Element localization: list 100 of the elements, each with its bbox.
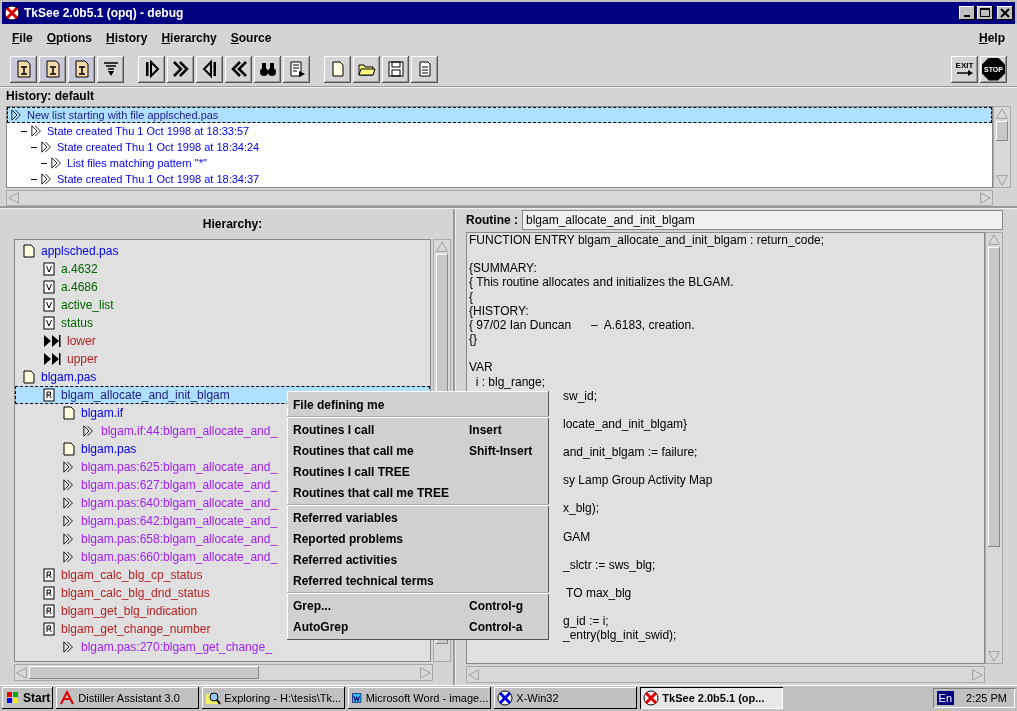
selected-history-row[interactable]: New list starting with file applsched.pas bbox=[7, 107, 992, 123]
tree-item[interactable]: blgam.pas bbox=[15, 368, 430, 386]
menu-item[interactable]: Source bbox=[230, 31, 272, 45]
context-menu-item[interactable]: Reported problems bbox=[287, 528, 549, 549]
horizontal-scrollbar[interactable] bbox=[14, 664, 433, 681]
scroll-thumb[interactable] bbox=[29, 666, 259, 679]
menu-item[interactable]: Hierarchy bbox=[161, 31, 217, 45]
file-icon bbox=[63, 406, 75, 420]
context-menu-item[interactable]: Referred activities bbox=[287, 549, 549, 570]
menu-item[interactable]: Options bbox=[46, 31, 93, 45]
chevron-box-icon bbox=[43, 316, 55, 330]
tree-item-label: blgam.pas bbox=[81, 442, 137, 456]
document-button[interactable] bbox=[39, 55, 66, 83]
notes-button[interactable] bbox=[411, 55, 438, 83]
tree-item[interactable]: a.4632 bbox=[15, 260, 430, 278]
tree-item-label: a.4632 bbox=[61, 262, 98, 276]
double-triangle-icon bbox=[63, 532, 75, 546]
step-back-button[interactable] bbox=[196, 55, 223, 83]
context-menu-item[interactable]: File defining me bbox=[287, 394, 549, 415]
save-button[interactable] bbox=[382, 55, 409, 83]
close-button[interactable] bbox=[997, 6, 1013, 20]
step-forward-button[interactable] bbox=[138, 55, 165, 83]
double-triangle-icon bbox=[83, 424, 95, 438]
tree-item-label: lower bbox=[67, 334, 96, 348]
tree-item[interactable]: applsched.pas bbox=[15, 242, 430, 260]
tree-item[interactable]: blgam.pas:270:blgam_get_change_ bbox=[15, 638, 430, 656]
context-menu-item[interactable]: Routines I call Insert bbox=[287, 419, 549, 440]
tree-item[interactable]: status bbox=[15, 314, 430, 332]
magnifier-icon bbox=[205, 690, 222, 706]
save-icon bbox=[385, 59, 406, 79]
new-file-button[interactable] bbox=[324, 55, 351, 83]
history-row[interactable]: State created Thu 1 Oct 1998 at 18:34:37 bbox=[7, 171, 992, 187]
windows-flag-icon bbox=[5, 690, 21, 706]
history-row[interactable]: State created Thu 1 Oct 1998 at 18:34:24 bbox=[7, 139, 992, 155]
exit-button[interactable]: EXIT bbox=[951, 55, 978, 83]
scroll-thumb[interactable] bbox=[988, 247, 1000, 547]
context-menu-item[interactable]: Referred variables bbox=[287, 507, 549, 528]
tree-item-label: blgam.pas:625:blgam_allocate_and_ bbox=[81, 460, 278, 474]
minimize-icon bbox=[964, 15, 970, 17]
tree-item-label: status bbox=[61, 316, 93, 330]
bracket-box-icon bbox=[43, 622, 55, 636]
rewind-button[interactable] bbox=[225, 55, 252, 83]
double-triangle-icon bbox=[63, 640, 75, 654]
minimize-button[interactable] bbox=[959, 6, 975, 20]
taskbar-button[interactable]: X-Win32 bbox=[494, 687, 638, 709]
tree-item[interactable]: active_list bbox=[15, 296, 430, 314]
context-menu-item[interactable]: Routines I call TREE bbox=[287, 461, 549, 482]
menu-item[interactable]: History bbox=[106, 31, 148, 45]
tree-item-label: blgam.pas:642:blgam_allocate_and_ bbox=[81, 514, 278, 528]
code-line: sy Lamp Group Activity Map bbox=[563, 473, 713, 488]
chevron-box-icon bbox=[43, 262, 55, 276]
routine-label: Routine : bbox=[466, 213, 518, 227]
history-row[interactable]: State created Thu 1 Oct 1998 at 18:33:57 bbox=[7, 123, 992, 139]
code-line: GAM bbox=[563, 529, 591, 544]
binoculars-button[interactable] bbox=[254, 55, 281, 83]
double-triangle-icon bbox=[51, 157, 63, 169]
history-row[interactable]: List files matching pattern "*" bbox=[7, 155, 992, 171]
maximize-button[interactable] bbox=[977, 6, 993, 20]
list-arrow-button[interactable] bbox=[283, 55, 310, 83]
scroll-thumb[interactable] bbox=[996, 121, 1008, 141]
context-menu-item[interactable]: Routines that call me Shift-Insert bbox=[287, 440, 549, 461]
code-line: {SUMMARY: bbox=[469, 261, 537, 276]
fast-forward-button[interactable] bbox=[167, 55, 194, 83]
tree-item[interactable]: upper bbox=[15, 350, 430, 368]
code-line: { bbox=[469, 289, 473, 304]
start-button[interactable]: Start bbox=[2, 687, 54, 709]
chevron-box-icon bbox=[43, 280, 55, 294]
tree-item-label: blgam.if:44:blgam_allocate_and_ bbox=[101, 424, 278, 438]
vertical-scrollbar[interactable] bbox=[985, 232, 1003, 664]
tree-item[interactable]: a.4686 bbox=[15, 278, 430, 296]
window-title: TkSee 2.0b5.1 (opq) - debug bbox=[24, 6, 184, 20]
menu-item[interactable]: File bbox=[12, 31, 33, 45]
crossed-circle-icon bbox=[4, 5, 20, 21]
code-line: FUNCTION ENTRY blgam_allocate_and_init_blgam : return_code; bbox=[469, 233, 825, 248]
folder-button[interactable] bbox=[353, 55, 380, 83]
double-triangle-icon bbox=[63, 460, 75, 474]
tree-item-label: blgam.if bbox=[81, 406, 124, 420]
fast-forward-icon bbox=[170, 59, 191, 79]
taskbar-button[interactable]: Microsoft Word - image... bbox=[348, 687, 492, 709]
taskbar-button[interactable]: Exploring - H:\tesis\Tk... bbox=[202, 687, 346, 709]
routine-field[interactable]: blgam_allocate_and_init_blgam bbox=[522, 210, 1003, 230]
filter-button[interactable] bbox=[97, 55, 124, 83]
language-indicator[interactable]: En bbox=[936, 691, 955, 705]
tree-item-label: blgam.pas:270:blgam_get_change_ bbox=[81, 640, 272, 654]
taskbar-button[interactable]: TkSee 2.0b5.1 (op... bbox=[640, 687, 784, 709]
context-menu-item[interactable]: Routines that call me TREE bbox=[287, 482, 549, 503]
code-line: _slctr := sws_blg; bbox=[563, 557, 656, 572]
vertical-scrollbar[interactable] bbox=[993, 106, 1011, 188]
crossed-circle-icon bbox=[643, 690, 660, 706]
code-line: VAR bbox=[469, 360, 493, 375]
taskbar-button[interactable]: Distiller Assistant 3.0 bbox=[56, 687, 200, 709]
crossed-circle-icon bbox=[497, 690, 514, 706]
code-line: { 97/02 Ian Duncan – A.6183, creation. bbox=[469, 317, 695, 333]
context-menu-item[interactable]: AutoGrep Control-a bbox=[287, 616, 549, 637]
document-button[interactable] bbox=[10, 55, 37, 83]
double-triangle-icon bbox=[63, 496, 75, 510]
document-button[interactable] bbox=[68, 55, 95, 83]
tree-item-label: blgam_get_blg_indication bbox=[61, 604, 198, 618]
tree-item[interactable]: lower bbox=[15, 332, 430, 350]
menu-item[interactable]: Help bbox=[979, 31, 1005, 45]
